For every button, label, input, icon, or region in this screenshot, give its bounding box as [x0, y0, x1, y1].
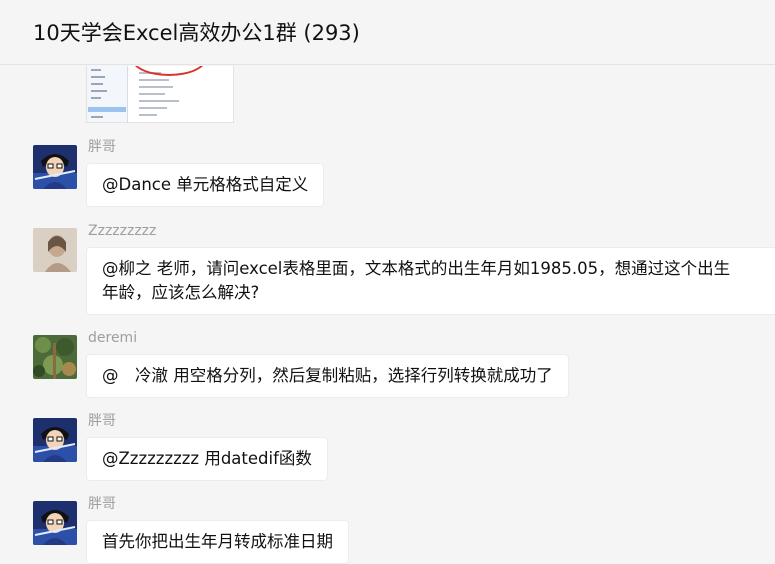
message-text-line-2: 年龄，应该怎么解决?: [102, 283, 260, 302]
plant-photo-avatar[interactable]: [33, 335, 77, 379]
sender-name: 胖哥: [88, 139, 116, 155]
anime-boy-avatar[interactable]: [33, 418, 77, 462]
message-bubble[interactable]: @Zzzzzzzzz 用datedif函数: [86, 437, 328, 481]
anime-boy-avatar[interactable]: [33, 145, 77, 189]
message-bubble[interactable]: 首先你把出生年月转成标准日期: [86, 520, 349, 564]
portrait-photo-avatar[interactable]: [33, 228, 77, 272]
sender-name: deremi: [88, 330, 138, 346]
sender-name: Zzzzzzzzz: [88, 223, 157, 239]
message-list[interactable]: 胖哥 @Dance 单元格格式自定义 Zzzzzzzzz @柳之 老师，请问ex…: [0, 66, 775, 564]
message-bubble[interactable]: @Dance 单元格格式自定义: [86, 163, 325, 207]
chat-header: 10天学会Excel高效办公1群 (293): [0, 0, 775, 65]
sender-name: 胖哥: [88, 496, 116, 512]
red-highlight-circle: [131, 66, 207, 76]
screenshot-sidebar: [87, 66, 128, 122]
message-bubble[interactable]: @ 冷澈 用空格分列，然后复制粘贴，选择行列转换就成功了: [86, 354, 569, 398]
anime-boy-avatar[interactable]: [33, 501, 77, 545]
chat-title: 10天学会Excel高效办公1群 (293): [33, 21, 360, 45]
shared-screenshot-image[interactable]: [86, 66, 234, 123]
sender-name: 胖哥: [88, 413, 116, 429]
message-text-line-1: @柳之 老师，请问excel表格里面，文本格式的出生年月如1985.05，想通过…: [102, 259, 731, 278]
message-bubble[interactable]: @柳之 老师，请问excel表格里面，文本格式的出生年月如1985.05，想通过…: [86, 247, 775, 315]
